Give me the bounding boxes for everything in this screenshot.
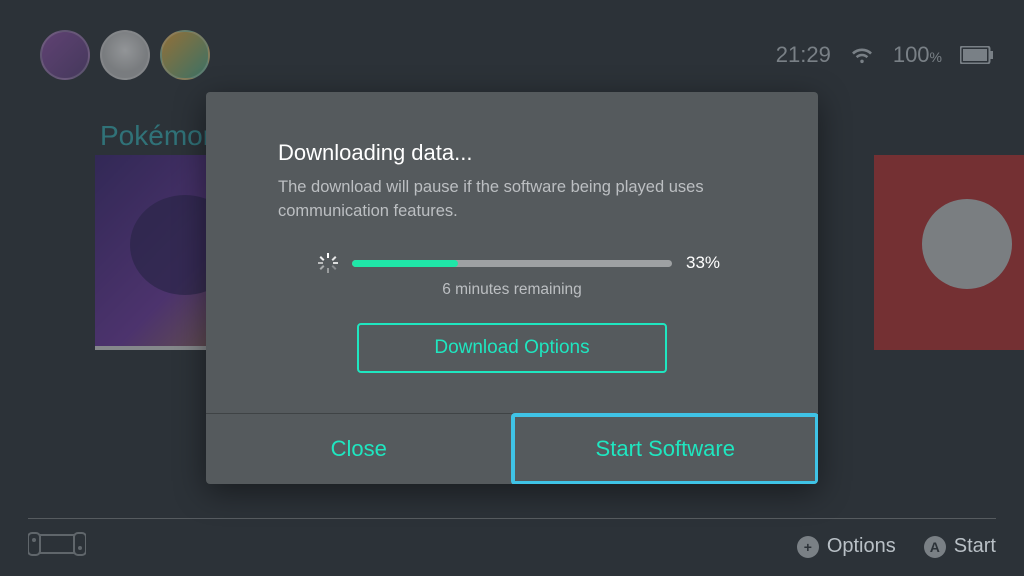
download-dialog: Downloading data... The download will pa…	[206, 92, 818, 485]
options-hint[interactable]: + Options	[797, 535, 896, 558]
dialog-title: Downloading data...	[278, 140, 746, 166]
a-button-icon: A	[924, 536, 946, 558]
download-options-button[interactable]: Download Options	[357, 323, 667, 373]
bottom-bar: + Options A Start	[28, 518, 996, 566]
progress-row: 33%	[278, 253, 746, 273]
dialog-footer: Close Start Software	[206, 413, 818, 484]
progress-fill	[352, 260, 458, 267]
dialog-subtitle: The download will pause if the software …	[278, 176, 746, 224]
start-hint[interactable]: A Start	[924, 535, 996, 558]
controller-icon	[28, 532, 86, 561]
plus-button-icon: +	[797, 536, 819, 558]
start-label: Start	[954, 535, 996, 558]
progress-remaining: 6 minutes remaining	[278, 281, 746, 299]
start-software-button[interactable]: Start Software	[512, 414, 819, 484]
options-label: Options	[827, 535, 896, 558]
progress-percent-label: 33%	[686, 253, 720, 273]
bottom-actions: + Options A Start	[797, 535, 996, 558]
modal-overlay: Downloading data... The download will pa…	[0, 0, 1024, 576]
spinner-icon	[318, 253, 338, 273]
close-button[interactable]: Close	[206, 414, 512, 484]
progress-bar	[352, 260, 672, 267]
